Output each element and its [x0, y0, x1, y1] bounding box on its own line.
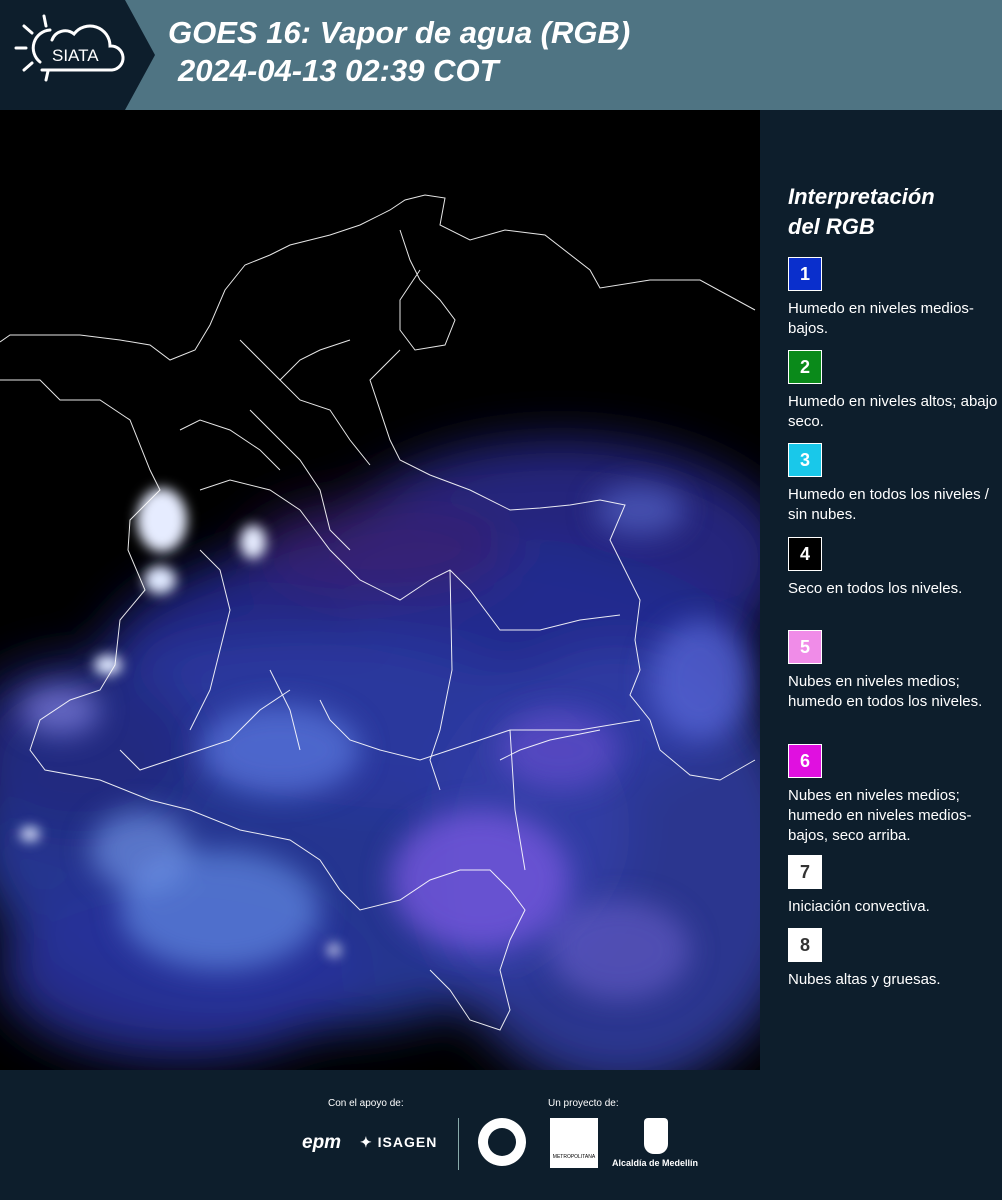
legend-description: Seco en todos los niveles.: [788, 580, 963, 597]
legend-item: 8 Nubes altas y gruesas.: [788, 928, 998, 990]
legend-number: 5: [799, 636, 810, 657]
legend-swatch: 4: [788, 537, 822, 571]
legend-description: Iniciación convectiva.: [788, 898, 930, 915]
legend-number: 1: [799, 263, 810, 284]
legend-item: 1 Humedo en niveles medios-bajos.: [788, 257, 998, 339]
legend-description: Nubes en niveles medios; humedo en nivel…: [788, 787, 972, 844]
legend-title-line-1: Interpretación: [788, 184, 935, 209]
legend-number: 2: [799, 356, 810, 377]
legend-item: 2 Humedo en niveles altos; abajo seco.: [788, 350, 998, 432]
epm-logo: epm: [302, 1132, 342, 1153]
legend-item: 3 Humedo en todos los niveles / sin nube…: [788, 443, 998, 525]
legend-number: 8: [799, 934, 810, 955]
legend-number: 3: [799, 449, 810, 470]
isagen-mark-icon: ✦: [360, 1134, 378, 1150]
isagen-text: ISAGEN: [377, 1134, 438, 1150]
legend-number: 7: [799, 861, 810, 882]
antioquia-seal-icon: [478, 1118, 526, 1166]
legend-description: Nubes altas y gruesas.: [788, 971, 941, 988]
footer: Con el apoyo de: Un proyecto de: epm ✦ I…: [0, 1070, 1002, 1200]
legend-swatch: 6: [788, 744, 822, 778]
satellite-image: [0, 110, 810, 1090]
legend-swatch: 5: [788, 630, 822, 664]
legend-swatch: 2: [788, 350, 822, 384]
header-bar: SIATA GOES 16: Vapor de agua (RGB) 2024-0…: [0, 0, 1002, 110]
legend-number: 6: [799, 750, 810, 771]
legend-description: Humedo en niveles medios-bajos.: [788, 300, 974, 337]
legend-swatch: 7: [788, 855, 822, 889]
legend-item: 4 Seco en todos los niveles.: [788, 537, 998, 599]
title-line-2: 2024-04-13 02:39 COT: [178, 53, 499, 88]
legend-item: 5 Nubes en niveles medios; humedo en tod…: [788, 630, 998, 712]
legend-description: Humedo en todos los niveles / sin nubes.: [788, 486, 989, 523]
legend-number: 4: [799, 543, 810, 564]
alcaldia-label: Alcaldía de Medellín: [612, 1158, 699, 1168]
legend-item: 7 Iniciación convectiva.: [788, 855, 998, 917]
legend-title: Interpretación del RGB: [788, 182, 935, 242]
legend-description: Nubes en niveles medios; humedo en todos…: [788, 673, 983, 710]
legend-panel: Interpretación del RGB 1 Humedo en nivel…: [760, 110, 1002, 1070]
legend-item: 6 Nubes en niveles medios; humedo en niv…: [788, 744, 998, 846]
area-metropolitana-logo: METROPOLITANA: [550, 1118, 598, 1168]
alcaldia-seal-icon: [644, 1118, 668, 1154]
project-label: Un proyecto de:: [548, 1098, 619, 1109]
svg-text:SIATA: SIATA: [52, 46, 99, 65]
support-label: Con el apoyo de:: [328, 1098, 404, 1109]
legend-swatch: 1: [788, 257, 822, 291]
page-title: GOES 16: Vapor de agua (RGB) 2024-04-13 0…: [168, 14, 630, 90]
legend-swatch: 3: [788, 443, 822, 477]
footer-divider: [458, 1118, 459, 1170]
title-line-1: GOES 16: Vapor de agua (RGB): [168, 15, 631, 50]
legend-description: Humedo en niveles altos; abajo seco.: [788, 393, 998, 430]
legend-title-line-2: del RGB: [788, 214, 875, 239]
siata-logo: SIATA: [0, 0, 155, 110]
legend-swatch: 8: [788, 928, 822, 962]
isagen-logo: ✦ ISAGEN: [360, 1134, 437, 1151]
metro-text: METROPOLITANA: [552, 1154, 596, 1160]
